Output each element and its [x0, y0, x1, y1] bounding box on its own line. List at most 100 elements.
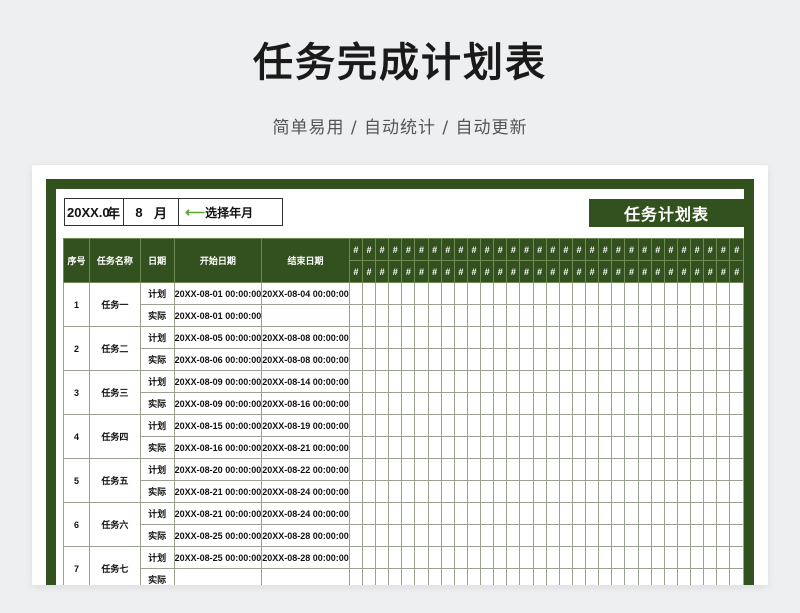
day-cell[interactable]	[585, 502, 600, 525]
day-cell[interactable]	[453, 502, 468, 525]
day-cell[interactable]	[480, 524, 495, 547]
day-cell[interactable]	[361, 436, 377, 459]
day-cell[interactable]	[532, 304, 547, 327]
day-cell[interactable]	[637, 326, 652, 349]
day-cell[interactable]	[716, 348, 731, 371]
day-cell[interactable]	[427, 326, 442, 349]
day-cell[interactable]	[716, 304, 731, 327]
day-cell[interactable]	[375, 282, 390, 305]
day-cell[interactable]	[676, 436, 692, 459]
day-cell[interactable]	[348, 546, 363, 569]
day-cell[interactable]	[716, 568, 731, 585]
day-cell[interactable]	[401, 524, 416, 547]
day-cell[interactable]	[414, 436, 429, 459]
day-cell[interactable]	[650, 370, 665, 393]
day-cell[interactable]	[611, 568, 626, 585]
day-cell[interactable]	[493, 524, 508, 547]
day-cell[interactable]	[348, 326, 363, 349]
day-cell[interactable]	[401, 546, 416, 569]
day-cell[interactable]	[558, 546, 573, 569]
day-cell[interactable]	[453, 436, 468, 459]
day-cell[interactable]	[361, 568, 377, 585]
day-cell[interactable]	[558, 392, 573, 415]
day-cell[interactable]	[480, 458, 495, 481]
day-cell[interactable]	[676, 480, 692, 503]
day-cell[interactable]	[585, 524, 600, 547]
day-cell[interactable]	[466, 436, 482, 459]
day-cell[interactable]	[466, 282, 482, 305]
day-cell[interactable]	[624, 568, 639, 585]
day-cell[interactable]	[729, 524, 744, 547]
day-cell[interactable]	[440, 568, 455, 585]
day-cell[interactable]	[676, 568, 692, 585]
day-cell[interactable]	[519, 414, 534, 437]
day-cell[interactable]	[676, 392, 692, 415]
day-cell[interactable]	[585, 458, 600, 481]
day-cell[interactable]	[480, 546, 495, 569]
day-cell[interactable]	[361, 480, 377, 503]
day-cell[interactable]	[401, 348, 416, 371]
task-seq-cell[interactable]: 1	[62, 282, 91, 327]
day-cell[interactable]	[676, 326, 692, 349]
day-cell[interactable]	[480, 370, 495, 393]
day-cell[interactable]	[466, 458, 482, 481]
day-cell[interactable]	[506, 436, 521, 459]
day-cell[interactable]	[466, 392, 482, 415]
day-cell[interactable]	[558, 502, 573, 525]
day-cell[interactable]	[466, 370, 482, 393]
day-cell[interactable]	[388, 304, 403, 327]
day-cell[interactable]	[545, 502, 560, 525]
day-cell[interactable]	[585, 546, 600, 569]
day-cell[interactable]	[466, 524, 482, 547]
day-cell[interactable]	[401, 370, 416, 393]
day-cell[interactable]	[388, 480, 403, 503]
day-cell[interactable]	[637, 370, 652, 393]
day-cell[interactable]	[348, 348, 363, 371]
day-cell[interactable]	[466, 480, 482, 503]
day-cell[interactable]	[558, 480, 573, 503]
day-cell[interactable]	[414, 546, 429, 569]
start-date-cell[interactable]: 20XX-08-05 00:00:00	[173, 326, 263, 349]
day-cell[interactable]	[348, 370, 363, 393]
day-cell[interactable]	[585, 392, 600, 415]
day-cell[interactable]	[388, 348, 403, 371]
day-cell[interactable]	[558, 304, 573, 327]
day-cell[interactable]	[480, 326, 495, 349]
end-date-cell[interactable]	[261, 568, 350, 585]
day-cell[interactable]	[480, 304, 495, 327]
day-cell[interactable]	[637, 392, 652, 415]
day-cell[interactable]	[519, 480, 534, 503]
row-type-cell[interactable]: 计划	[139, 370, 175, 393]
row-type-cell[interactable]: 计划	[139, 414, 175, 437]
day-cell[interactable]	[414, 282, 429, 305]
day-cell[interactable]	[690, 524, 705, 547]
row-type-cell[interactable]: 实际	[139, 392, 175, 415]
day-cell[interactable]	[558, 348, 573, 371]
day-cell[interactable]	[650, 568, 665, 585]
day-cell[interactable]	[506, 304, 521, 327]
day-cell[interactable]	[690, 436, 705, 459]
day-cell[interactable]	[361, 392, 377, 415]
day-cell[interactable]	[690, 546, 705, 569]
task-name-cell[interactable]: 任务四	[89, 414, 141, 459]
day-cell[interactable]	[676, 348, 692, 371]
end-date-cell[interactable]: 20XX-08-24 00:00:00	[261, 502, 350, 525]
day-cell[interactable]	[493, 348, 508, 371]
day-cell[interactable]	[690, 568, 705, 585]
day-cell[interactable]	[440, 436, 455, 459]
day-cell[interactable]	[598, 546, 613, 569]
day-cell[interactable]	[388, 502, 403, 525]
day-cell[interactable]	[480, 480, 495, 503]
day-cell[interactable]	[690, 392, 705, 415]
day-cell[interactable]	[414, 370, 429, 393]
day-cell[interactable]	[493, 370, 508, 393]
row-type-cell[interactable]: 实际	[139, 480, 175, 503]
day-cell[interactable]	[427, 568, 442, 585]
day-cell[interactable]	[611, 502, 626, 525]
day-cell[interactable]	[598, 524, 613, 547]
day-cell[interactable]	[401, 436, 416, 459]
end-date-cell[interactable]: 20XX-08-28 00:00:00	[261, 524, 350, 547]
day-cell[interactable]	[545, 436, 560, 459]
task-name-cell[interactable]: 任务七	[89, 546, 141, 585]
start-date-cell[interactable]: 20XX-08-01 00:00:00	[173, 282, 263, 305]
